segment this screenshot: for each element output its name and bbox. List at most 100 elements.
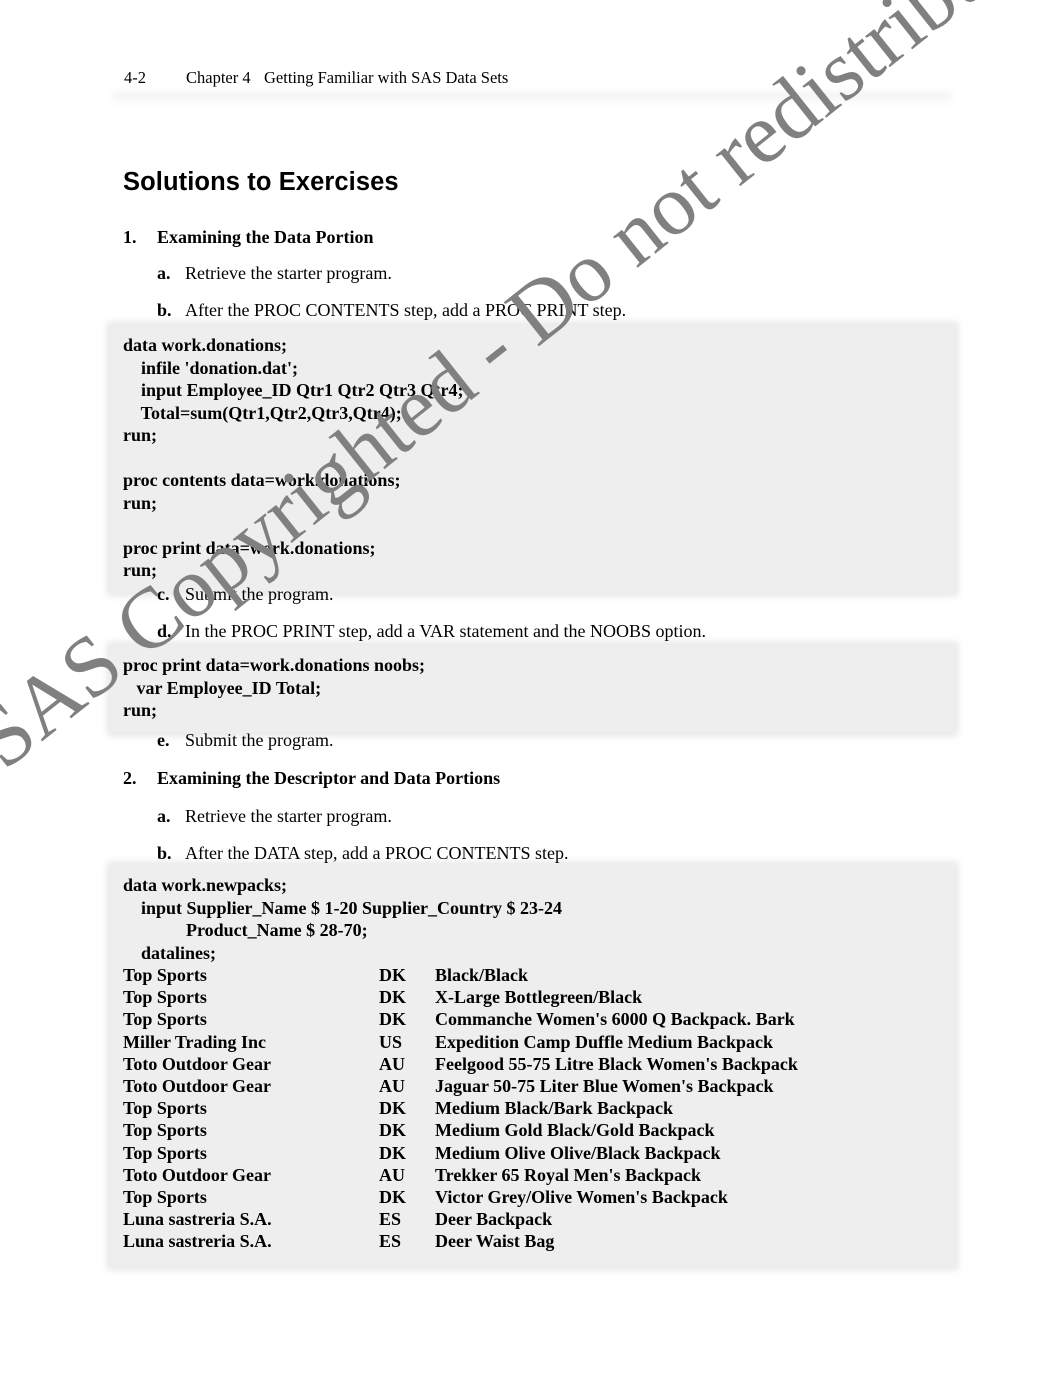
step-marker: d. (157, 621, 172, 641)
dataline-product: Deer Waist Bag (435, 1231, 555, 1252)
exercise-heading-text: Examining the Data Portion (157, 227, 374, 247)
step-text: Retrieve the starter program. (185, 263, 392, 283)
dataline-row: Top Sports DK Medium Black/Bark Backpack (123, 1097, 943, 1119)
dataline-row: Top Sports DK X-Large Bottlegreen/Black (123, 986, 943, 1008)
step-1d: d. In the PROC PRINT step, add a VAR stat… (157, 621, 706, 642)
step-1e: e. Submit the program. (157, 730, 333, 751)
dataline-product: Victor Grey/Olive Women's Backpack (435, 1187, 728, 1208)
dataline-product: X-Large Bottlegreen/Black (435, 987, 643, 1008)
exercise-heading-1: 1. Examining the Data Portion (123, 227, 374, 248)
code-line: run; (123, 560, 158, 580)
dataline-country: AU (379, 1164, 405, 1185)
dataline-product: Medium Olive Olive/Black Backpack (435, 1142, 721, 1163)
dataline-row: Top Sports DK Medium Olive Olive/Black Bac… (123, 1142, 943, 1164)
dataline-country: DK (379, 1187, 406, 1208)
dataline-supplier: Top Sports (123, 1098, 207, 1119)
dataline-product: Expedition Camp Duffle Medium Backpack (435, 1031, 774, 1052)
dataline-product: Commanche Women's 6000 Q Backpack. Bark (435, 1009, 795, 1030)
step-text: After the PROC CONTENTS step, add a PROC… (185, 300, 627, 320)
exercise-heading-2: 2. Examining the Descriptor and Data Port… (123, 768, 500, 789)
dataline-supplier: Top Sports (123, 1120, 207, 1141)
running-header: 4-2 Chapter 4 Getting Familiar with SAS Da… (124, 68, 944, 88)
dataline-country: US (379, 1031, 403, 1052)
dataline-supplier: Top Sports (123, 965, 207, 985)
code-line: infile 'donation.dat'; (123, 357, 299, 378)
dataline-row: Luna sastreria S.A. ES Deer Backpack (123, 1208, 943, 1230)
dataline-row: Top Sports DK Medium Gold Black/Gold Backp… (123, 1119, 943, 1141)
step-1a: a. Retrieve the starter program. (157, 263, 392, 284)
dataline-supplier: Top Sports (123, 987, 207, 1008)
dataline-row: Toto Outdoor Gear AU Jaguar 50-75 Liter Bl… (123, 1075, 943, 1097)
dataline-row: Miller Trading Inc US Expedition Camp Duff… (123, 1031, 943, 1053)
step-text: Submit the program. (185, 730, 334, 750)
dataline-row: Toto Outdoor Gear AU Trekker 65 Royal Men'… (123, 1164, 943, 1186)
dataline-row: Top Sports DK Black/Black (123, 964, 943, 986)
step-marker: a. (157, 806, 171, 826)
dataline-country: ES (379, 1231, 402, 1252)
dataline-supplier: Miller Trading Inc (123, 1031, 267, 1052)
dataline-row: Top Sports DK Commanche Women's 6000 Q Bac… (123, 1008, 943, 1030)
code-block-3: data work.newpacks; input Supplier_Name … (110, 865, 955, 1267)
dataline-country: AU (379, 1053, 405, 1074)
dataline-country: DK (379, 1142, 406, 1163)
dataline-supplier: Top Sports (123, 1009, 207, 1030)
chapter-number: Chapter 4 (186, 68, 251, 87)
step-text: After the DATA step, add a PROC CONTENTS… (185, 843, 569, 863)
dataline-supplier: Toto Outdoor Gear (123, 1164, 272, 1185)
dataline-row: Top Sports DK Victor Grey/Olive Women's Ba… (123, 1186, 943, 1208)
dataline-product: Trekker 65 Royal Men's Backpack (435, 1164, 702, 1185)
step-text: Submit the program. (185, 584, 334, 604)
dataline-supplier: Luna sastreria S.A. (123, 1231, 272, 1252)
chapter-title: Getting Familiar with SAS Data Sets (264, 68, 509, 87)
step-1b: b. After the PROC CONTENTS step, add a PR… (157, 300, 626, 321)
dataline-product: Black/Black (435, 965, 529, 985)
dataline-product: Medium Gold Black/Gold Backpack (435, 1120, 715, 1141)
dataline-supplier: Top Sports (123, 1142, 207, 1163)
step-2b: b. After the DATA step, add a PROC CONTEN… (157, 843, 569, 864)
exercise-marker: 2. (123, 768, 137, 788)
page-title: Solutions to Exercises (123, 168, 399, 196)
code-line: Total=sum(Qtr1,Qtr2,Qtr3,Qtr4); (123, 402, 402, 423)
code-line: Product_Name $ 28-70; (123, 920, 368, 940)
exercise-marker: 1. (123, 227, 137, 247)
code-block-1: data work.donations; infile 'donation.da… (110, 325, 955, 593)
code-line: proc print data=work.donations noobs; (123, 655, 425, 675)
page-folio: 4-2 (124, 68, 146, 87)
dataline-supplier: Top Sports (123, 1187, 207, 1208)
dataline-supplier: Luna sastreria S.A. (123, 1209, 272, 1230)
dataline-country: DK (379, 1009, 406, 1030)
code-line: proc print data=work.donations; (123, 537, 376, 558)
dataline-supplier: Toto Outdoor Gear (123, 1053, 272, 1074)
dataline-row: Luna sastreria S.A. ES Deer Waist Bag (123, 1230, 943, 1252)
dataline-country: ES (379, 1209, 402, 1230)
step-marker: b. (157, 843, 172, 863)
step-marker: a. (157, 263, 171, 283)
dataline-row: Toto Outdoor Gear AU Feelgood 55-75 Litre … (123, 1053, 943, 1075)
code-line: var Employee_ID Total; (123, 677, 322, 698)
header-divider (112, 92, 952, 106)
code-line: run; (123, 700, 158, 720)
code-line: data work.donations; (123, 335, 288, 355)
step-marker: c. (157, 584, 170, 604)
step-text: Retrieve the starter program. (185, 806, 392, 826)
dataline-country: DK (379, 987, 406, 1008)
code-line: input Employee_ID Qtr1 Qtr2 Qtr3 Qtr4; (123, 380, 464, 400)
step-marker: b. (157, 300, 172, 320)
dataline-supplier: Toto Outdoor Gear (123, 1076, 272, 1097)
step-marker: e. (157, 730, 170, 750)
code-line: input Supplier_Name $ 1-20 Supplier_Coun… (123, 897, 563, 918)
code-line: run; (123, 492, 158, 513)
code-line: datalines; (123, 942, 217, 963)
dataline-product: Jaguar 50-75 Liter Blue Women's Backpack (435, 1076, 774, 1097)
dataline-product: Feelgood 55-75 Litre Black Women's Backp… (435, 1053, 798, 1074)
document-page: 4-2 Chapter 4 Getting Familiar with SAS Da… (0, 0, 1062, 1376)
code-block-2: proc print data=work.donations noobs; va… (110, 645, 955, 733)
dataline-country: DK (379, 1098, 406, 1119)
dataline-product: Medium Black/Bark Backpack (435, 1098, 674, 1119)
step-2a: a. Retrieve the starter program. (157, 806, 392, 827)
dataline-country: DK (379, 965, 406, 985)
dataline-country: DK (379, 1120, 406, 1141)
code-line: run; (123, 425, 158, 445)
